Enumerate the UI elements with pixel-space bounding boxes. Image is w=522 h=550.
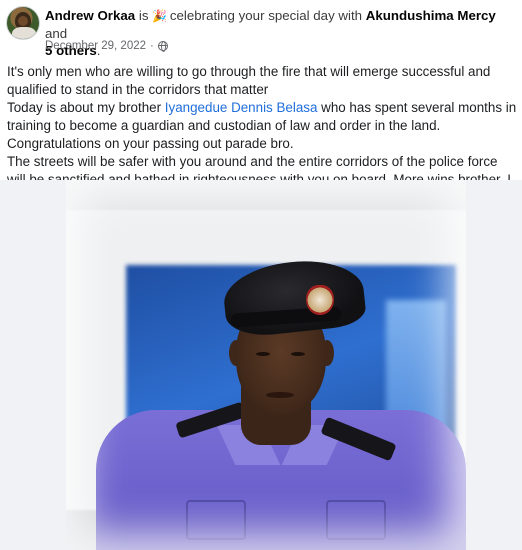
author-name-link[interactable]: Andrew Orkaa [45, 8, 135, 23]
post-meta: December 29, 2022 · [45, 40, 168, 52]
post-text-line: Today is about my brother Iyangedue Denn… [7, 99, 517, 135]
post-header: Andrew Orkaa is 🎉 celebrating your speci… [0, 0, 522, 58]
post-date-link[interactable]: December 29, 2022 [45, 40, 146, 52]
tagged-user-link[interactable]: Akundushima Mercy [366, 8, 496, 23]
post-text-line: Congratulations on your passing out para… [7, 136, 294, 151]
mention-link[interactable]: Iyangedue Dennis Belasa [165, 100, 318, 115]
author-avatar[interactable] [6, 6, 40, 40]
post-text-line: It's only men who are willing to go thro… [7, 64, 491, 97]
photo-image[interactable] [66, 180, 466, 550]
post-text-segment: Today is about my brother [7, 100, 165, 115]
and-text: and [45, 26, 68, 41]
globe-icon[interactable] [157, 41, 168, 52]
party-popper-icon: 🎉 [152, 9, 168, 23]
is-text: is [138, 8, 149, 23]
post-photo[interactable] [0, 180, 522, 550]
activity-text: celebrating your special day with [169, 8, 363, 23]
meta-separator: · [150, 40, 154, 52]
